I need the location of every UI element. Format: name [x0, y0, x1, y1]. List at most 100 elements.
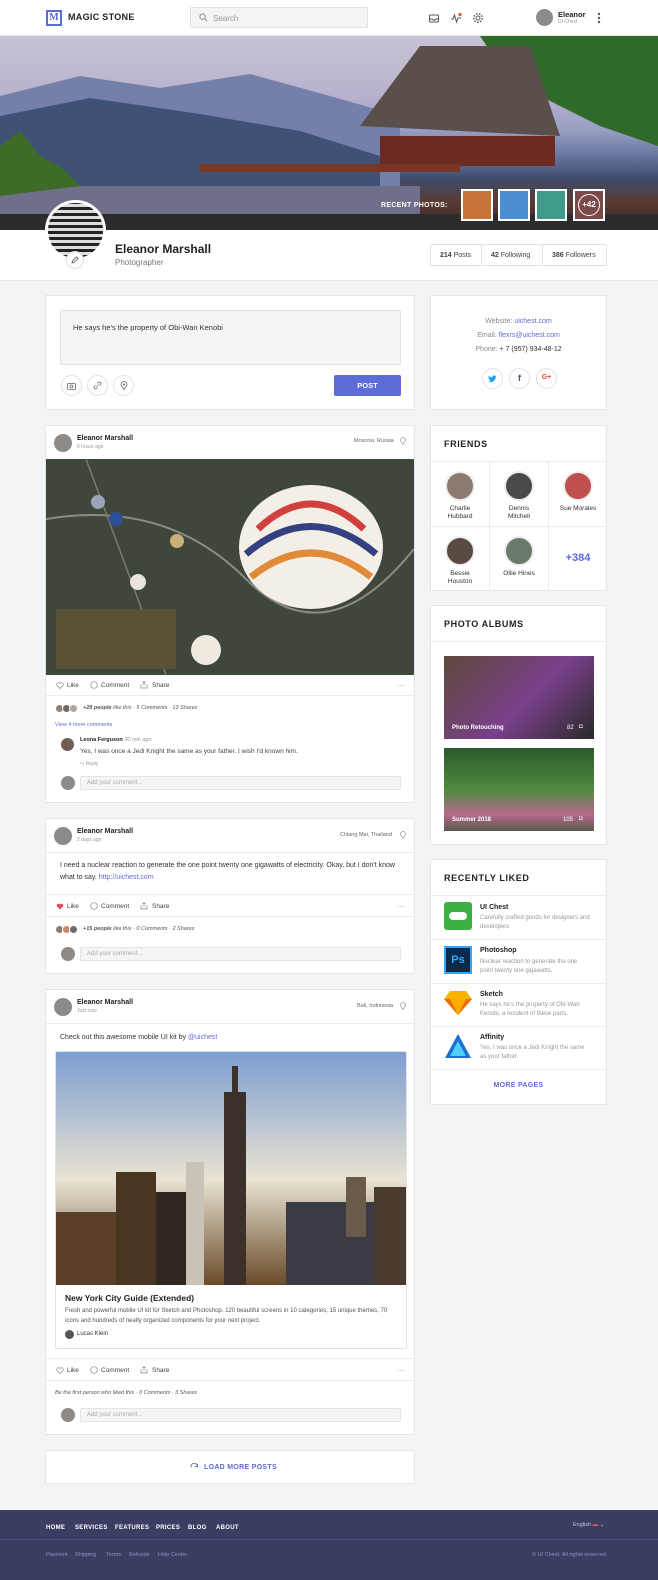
logo-icon[interactable]: M	[46, 10, 62, 26]
like-button[interactable]: Like	[67, 1367, 79, 1374]
friend-item[interactable]: Sue Morales	[549, 471, 607, 513]
author-avatar[interactable]	[54, 827, 72, 845]
brand-name[interactable]: MAGIC STONE	[68, 12, 135, 22]
footer-sublink[interactable]: Help Center	[158, 1552, 187, 1558]
comment-icon[interactable]	[90, 902, 98, 910]
affinity-app-icon[interactable]	[444, 1033, 472, 1059]
edit-avatar-button[interactable]	[66, 251, 84, 269]
link-preview-card[interactable]: New York City Guide (Extended) Fresh and…	[55, 1051, 407, 1349]
posts-stat[interactable]: 214 Posts	[440, 252, 471, 259]
liked-item-title[interactable]: Sketch	[480, 991, 503, 998]
post-image-balloons[interactable]	[45, 458, 415, 676]
post-author[interactable]: Eleanor Marshall	[77, 435, 133, 442]
add-link-button[interactable]	[87, 375, 108, 396]
following-stat[interactable]: 42 Following	[491, 252, 530, 259]
user-avatar[interactable]	[536, 9, 553, 26]
album-summer-2018[interactable]: Summer 2018 105 ◘	[444, 748, 594, 831]
website-link[interactable]: uichest.com	[514, 318, 551, 325]
add-photo-button[interactable]	[61, 375, 82, 396]
comment-icon[interactable]	[90, 1366, 98, 1374]
view-more-comments-link[interactable]: View 4 more comments	[55, 722, 112, 728]
activity-icon[interactable]	[450, 12, 462, 24]
share-button[interactable]: Share	[152, 682, 169, 689]
footer-link-about[interactable]: ABOUT	[216, 1525, 239, 1531]
comment-button[interactable]: Comment	[101, 682, 129, 689]
mention-link[interactable]: @uichest	[188, 1034, 217, 1041]
ui-chest-app-icon[interactable]	[444, 902, 472, 930]
more-pages-link[interactable]: MORE PAGES	[430, 1082, 607, 1089]
commenter-avatar[interactable]	[61, 738, 74, 751]
share-icon[interactable]	[140, 1366, 148, 1374]
composer-textarea[interactable]: He says he's the property of Obi-Wan Ken…	[60, 310, 401, 365]
reply-button[interactable]: ↪ Reply	[80, 761, 98, 767]
divider	[431, 939, 606, 940]
author-avatar[interactable]	[54, 434, 72, 452]
likers-avatars[interactable]	[55, 925, 81, 934]
liked-item-desc: Nuclear reaction to generate the one poi…	[480, 959, 578, 974]
author-avatar[interactable]	[54, 998, 72, 1016]
heart-filled-icon[interactable]	[56, 903, 64, 910]
load-more-button[interactable]: LOAD MORE POSTS	[45, 1450, 415, 1484]
friend-item[interactable]: Dennis Mitchell	[490, 471, 548, 521]
friend-item[interactable]: Bessie Houston	[431, 536, 489, 586]
twitter-button[interactable]	[482, 368, 503, 389]
footer-link-blog[interactable]: BLOG	[188, 1525, 207, 1531]
like-button[interactable]: Like	[67, 903, 79, 910]
footer-sublink[interactable]: Terms	[106, 1552, 121, 1558]
footer-link-features[interactable]: FEATURES	[115, 1525, 149, 1531]
post-card: Eleanor Marshall 2 days ago Chiang Mai, …	[45, 818, 415, 974]
photoshop-app-icon[interactable]: Ps	[444, 946, 472, 974]
comment-input[interactable]: Add your comment...	[80, 947, 401, 961]
language-selector[interactable]: English ▬ ⌄	[573, 1522, 604, 1528]
liked-item-title[interactable]: Photoshop	[480, 947, 517, 954]
liked-item-title[interactable]: UI Chest	[480, 904, 508, 911]
add-location-button[interactable]	[113, 375, 134, 396]
footer-sublink[interactable]: Shipping	[75, 1552, 96, 1558]
followers-stat[interactable]: 386 Followers	[552, 252, 596, 259]
divider	[431, 461, 606, 462]
post-link[interactable]: http://uichest.com	[99, 874, 154, 881]
like-button[interactable]: Like	[67, 682, 79, 689]
heart-icon[interactable]	[56, 682, 64, 689]
friend-item[interactable]: Charlie Hubbard	[431, 471, 489, 521]
comment-icon[interactable]	[90, 681, 98, 689]
facebook-button[interactable]: f	[509, 368, 530, 389]
more-options-icon[interactable]: ···	[397, 1366, 405, 1375]
comment-input[interactable]: Add your comment...	[80, 776, 401, 790]
comment-input[interactable]: Add your comment...	[80, 1408, 401, 1422]
footer-link-prices[interactable]: PRICES	[156, 1525, 180, 1531]
share-icon[interactable]	[140, 902, 148, 910]
more-options-icon[interactable]: ···	[397, 902, 405, 911]
more-vertical-icon[interactable]	[597, 12, 601, 24]
email-link[interactable]: flexrs@uichest.com	[499, 332, 560, 339]
google-plus-button[interactable]: G+	[536, 368, 557, 389]
friend-item[interactable]: Ollie Hines	[490, 536, 548, 578]
footer-link-services[interactable]: SERVICES	[75, 1525, 108, 1531]
recent-photo-thumb[interactable]	[461, 189, 493, 221]
footer-sublink[interactable]: Payment	[46, 1552, 68, 1558]
post-button[interactable]: POST	[334, 375, 401, 396]
post-author[interactable]: Eleanor Marshall	[77, 828, 133, 835]
footer-sublink[interactable]: Refunds	[129, 1552, 150, 1558]
search-input[interactable]: Search	[190, 7, 368, 28]
more-friends-link[interactable]: +384	[549, 552, 607, 564]
user-name[interactable]: Eleanor	[558, 10, 586, 19]
post-author[interactable]: Eleanor Marshall	[77, 999, 133, 1006]
recent-photos-more[interactable]: +42	[573, 189, 605, 221]
share-icon[interactable]	[140, 681, 148, 689]
sketch-app-icon[interactable]	[444, 990, 472, 1016]
comment-button[interactable]: Comment	[101, 1367, 129, 1374]
comment-button[interactable]: Comment	[101, 903, 129, 910]
gear-icon[interactable]	[472, 12, 484, 24]
share-button[interactable]: Share	[152, 1367, 169, 1374]
footer-link-home[interactable]: HOME	[46, 1525, 65, 1531]
heart-icon[interactable]	[56, 1367, 64, 1374]
more-options-icon[interactable]: ···	[397, 681, 405, 690]
share-button[interactable]: Share	[152, 903, 169, 910]
recent-photo-thumb[interactable]	[535, 189, 567, 221]
likers-avatars[interactable]	[55, 704, 81, 713]
liked-item-title[interactable]: Affinity	[480, 1034, 504, 1041]
inbox-icon[interactable]	[428, 12, 440, 24]
recent-photo-thumb[interactable]	[498, 189, 530, 221]
album-photo-retouching[interactable]: Photo Retouching 82 ◘	[444, 656, 594, 739]
